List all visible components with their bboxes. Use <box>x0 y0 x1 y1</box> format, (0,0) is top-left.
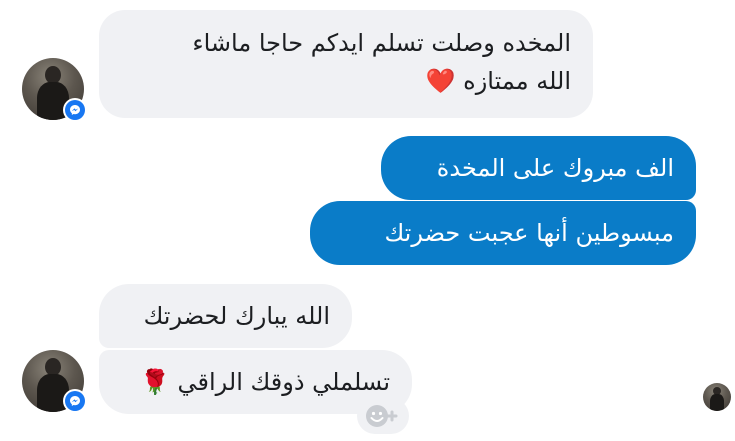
outgoing-message-bubble[interactable]: الف مبروك على المخدة <box>381 136 696 200</box>
messenger-badge-icon <box>63 98 87 122</box>
avatar-body <box>710 394 724 411</box>
message-text-line: الله ممتازه ❤️ <box>121 62 571 100</box>
messenger-badge-icon <box>63 389 87 413</box>
add-reaction-icon <box>366 405 398 427</box>
incoming-message-bubble[interactable]: المخده وصلت تسلم ايدكم حاجا ماشاء الله م… <box>99 10 593 118</box>
incoming-message-bubble[interactable]: الله يبارك لحضرتك <box>99 284 352 348</box>
rose-emoji: 🌹 <box>140 368 170 396</box>
message-text: مبسوطين أنها عجبت حضرتك <box>384 219 674 247</box>
heart-emoji: ❤️ <box>425 67 456 95</box>
message-text: الله يبارك لحضرتك <box>143 302 330 330</box>
message-text: الله ممتازه <box>463 67 571 95</box>
add-reaction-button[interactable] <box>357 398 409 434</box>
outgoing-message-bubble[interactable]: مبسوطين أنها عجبت حضرتك <box>310 201 696 265</box>
message-text: الف مبروك على المخدة <box>436 154 674 182</box>
message-text-line: المخده وصلت تسلم ايدكم حاجا ماشاء <box>192 29 571 57</box>
message-text: تسلملي ذوقك الراقي <box>177 368 390 396</box>
read-receipt-avatar <box>703 383 731 411</box>
